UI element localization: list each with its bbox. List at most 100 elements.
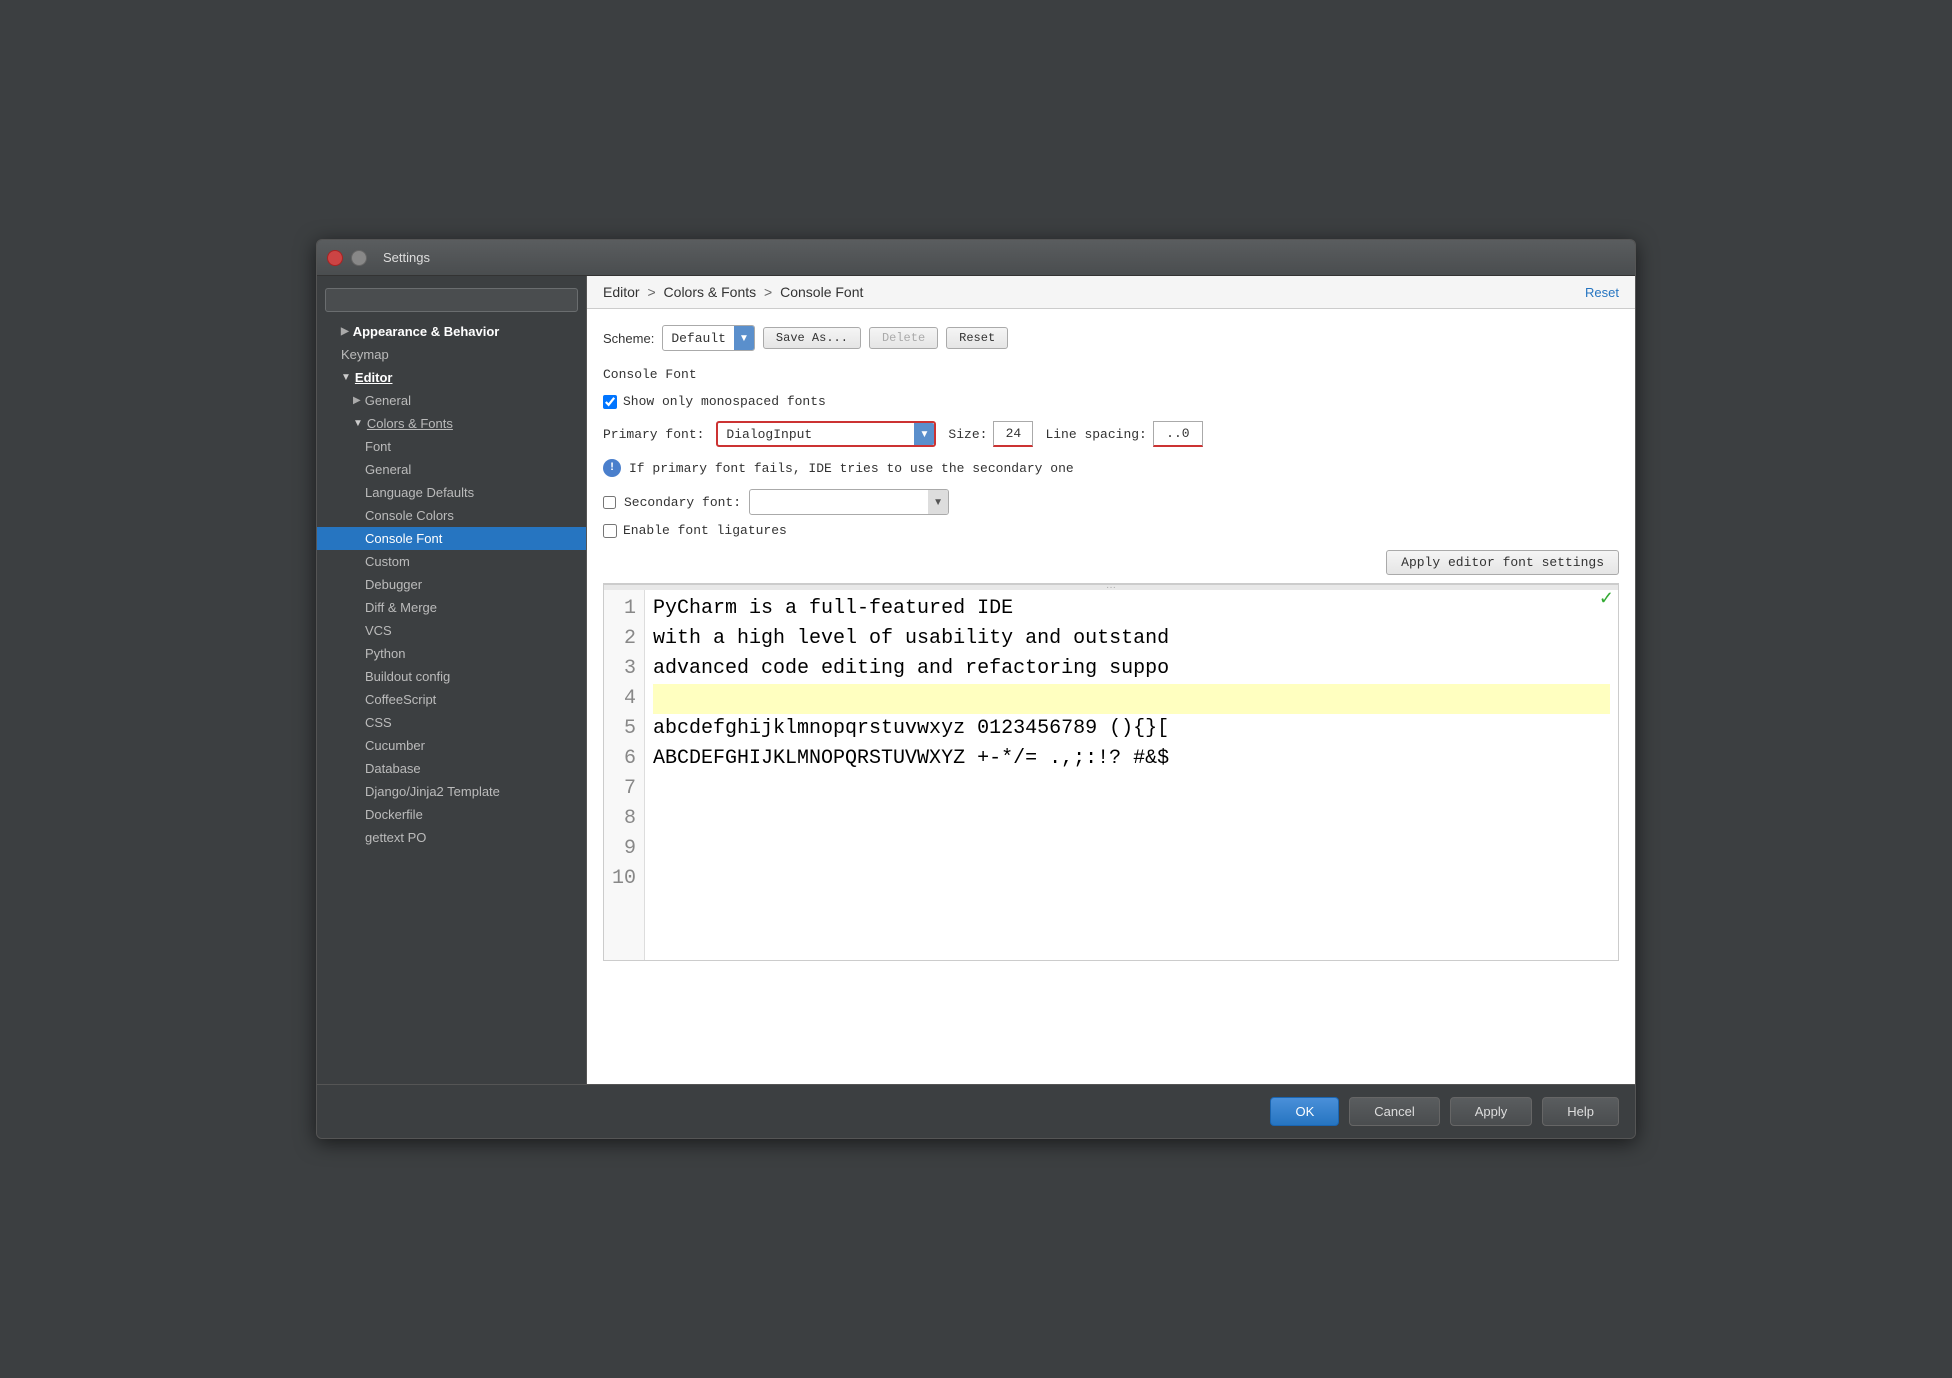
triangle-open-icon: ▼ (353, 418, 363, 429)
line-num-1: 1 (612, 594, 636, 624)
sidebar-item-debugger[interactable]: Debugger (317, 573, 586, 596)
apply-button[interactable]: Apply (1450, 1097, 1533, 1126)
sidebar-item-vcs[interactable]: VCS (317, 619, 586, 642)
sidebar-item-language-defaults[interactable]: Language Defaults (317, 481, 586, 504)
secondary-font-dropdown[interactable]: ▼ (749, 489, 949, 515)
primary-font-dropdown[interactable]: DialogInput ▼ (716, 421, 936, 447)
line-num-3: 3 (612, 654, 636, 684)
sidebar-item-keymap[interactable]: Keymap (317, 343, 586, 366)
sidebar-item-django[interactable]: Django/Jinja2 Template (317, 780, 586, 803)
monospaced-row: Show only monospaced fonts (603, 394, 1619, 409)
linespacing-group: Line spacing: (1045, 421, 1202, 447)
ligatures-checkbox[interactable] (603, 524, 617, 538)
size-input[interactable] (993, 421, 1033, 447)
secondary-font-label[interactable]: Secondary font: (624, 495, 741, 510)
sidebar-item-appearance[interactable]: ▶ Appearance & Behavior (317, 320, 586, 343)
secondary-row: Secondary font: ▼ (603, 489, 1619, 515)
section-title: Console Font (603, 367, 1619, 382)
scheme-dropdown[interactable]: Default ▼ (662, 325, 755, 351)
font-row: Primary font: DialogInput ▼ Size: Line s… (603, 421, 1619, 447)
right-panel: Editor > Colors & Fonts > Console Font R… (587, 276, 1635, 1084)
triangle-open-icon: ▼ (341, 372, 351, 383)
bottom-bar: OK Cancel Apply Help (317, 1084, 1635, 1138)
sidebar-item-cucumber[interactable]: Cucumber (317, 734, 586, 757)
close-button[interactable] (327, 250, 343, 266)
breadcrumb-bar: Editor > Colors & Fonts > Console Font R… (587, 276, 1635, 309)
cancel-button[interactable]: Cancel (1349, 1097, 1439, 1126)
line-num-8: 8 (612, 804, 636, 834)
line-num-5: 5 (612, 714, 636, 744)
code-line-7 (653, 774, 1610, 804)
info-text: If primary font fails, IDE tries to use … (629, 461, 1074, 476)
help-button[interactable]: Help (1542, 1097, 1619, 1126)
window-title: Settings (383, 250, 430, 265)
line-numbers: 1 2 3 4 5 6 7 8 9 10 (604, 590, 645, 960)
ligatures-label[interactable]: Enable font ligatures (623, 523, 787, 538)
size-group: Size: (948, 421, 1033, 447)
triangle-icon: ▶ (341, 326, 349, 337)
secondary-dropdown-arrow[interactable]: ▼ (928, 490, 948, 514)
code-line-10 (653, 864, 1610, 894)
scheme-label: Scheme: (603, 331, 654, 346)
monospaced-label[interactable]: Show only monospaced fonts (623, 394, 826, 409)
check-mark-icon: ✓ (1599, 590, 1614, 609)
ok-button[interactable]: OK (1270, 1097, 1339, 1126)
sidebar-item-colors-fonts[interactable]: ▼ Colors & Fonts (317, 412, 586, 435)
sidebar-item-dockerfile[interactable]: Dockerfile (317, 803, 586, 826)
sidebar-item-general[interactable]: ▶ General (317, 389, 586, 412)
code-line-1: PyCharm is a full-featured IDE (653, 594, 1610, 624)
preview-content: 1 2 3 4 5 6 7 8 9 10 PyCharm is a (604, 590, 1618, 960)
code-line-2: with a high level of usability and outst… (653, 624, 1610, 654)
monospaced-checkbox[interactable] (603, 395, 617, 409)
breadcrumb: Editor > Colors & Fonts > Console Font (603, 284, 863, 300)
scheme-row: Scheme: Default ▼ Save As... Delete Rese… (603, 325, 1619, 351)
sidebar-item-python[interactable]: Python (317, 642, 586, 665)
search-input[interactable] (325, 288, 578, 312)
save-as-button[interactable]: Save As... (763, 327, 861, 349)
apply-editor-font-button[interactable]: Apply editor font settings (1386, 550, 1619, 575)
line-num-9: 9 (612, 834, 636, 864)
size-label: Size: (948, 427, 987, 442)
line-num-6: 6 (612, 744, 636, 774)
sidebar-item-css[interactable]: CSS (317, 711, 586, 734)
sidebar-item-coffeescript[interactable]: CoffeeScript (317, 688, 586, 711)
delete-button[interactable]: Delete (869, 327, 938, 349)
info-icon: ! (603, 459, 621, 477)
code-line-8 (653, 804, 1610, 834)
code-line-3: advanced code editing and refactoring su… (653, 654, 1610, 684)
line-num-4: 4 (612, 684, 636, 714)
settings-window: Settings ▶ Appearance & Behavior Keymap … (316, 239, 1636, 1139)
panel-body: Scheme: Default ▼ Save As... Delete Rese… (587, 309, 1635, 1084)
reset-button[interactable]: Reset (946, 327, 1008, 349)
ligatures-row: Enable font ligatures (603, 523, 1619, 538)
secondary-font-checkbox[interactable] (603, 496, 616, 509)
code-content: PyCharm is a full-featured IDE with a hi… (645, 590, 1618, 960)
sidebar-item-custom[interactable]: Custom (317, 550, 586, 573)
sidebar-item-console-colors[interactable]: Console Colors (317, 504, 586, 527)
sidebar-item-general-sub[interactable]: General (317, 458, 586, 481)
sidebar-item-database[interactable]: Database (317, 757, 586, 780)
primary-font-label: Primary font: (603, 427, 704, 442)
minimize-button[interactable] (351, 250, 367, 266)
code-line-4 (653, 684, 1610, 714)
sidebar-item-font[interactable]: Font (317, 435, 586, 458)
header-reset-link[interactable]: Reset (1585, 285, 1619, 300)
linespacing-label: Line spacing: (1045, 427, 1146, 442)
triangle-icon: ▶ (353, 395, 361, 406)
sidebar-item-gettext[interactable]: gettext PO (317, 826, 586, 849)
linespacing-input[interactable] (1153, 421, 1203, 447)
code-line-6: ABCDEFGHIJKLMNOPQRSTUVWXYZ +-*/= .,;:!? … (653, 744, 1610, 774)
apply-btn-row: Apply editor font settings (603, 550, 1619, 575)
code-line-9 (653, 834, 1610, 864)
line-num-10: 10 (612, 864, 636, 894)
preview-area: ··· 1 2 3 4 5 6 7 8 9 10 (603, 583, 1619, 961)
sidebar-item-buildout[interactable]: Buildout config (317, 665, 586, 688)
code-line-5: abcdefghijklmnopqrstuvwxyz 0123456789 ()… (653, 714, 1610, 744)
sidebar-item-editor[interactable]: ▼ Editor (317, 366, 586, 389)
sidebar-item-diff-merge[interactable]: Diff & Merge (317, 596, 586, 619)
sidebar-item-console-font[interactable]: Console Font (317, 527, 586, 550)
line-num-7: 7 (612, 774, 636, 804)
main-content: ▶ Appearance & Behavior Keymap ▼ Editor … (317, 276, 1635, 1084)
scheme-dropdown-arrow[interactable]: ▼ (734, 326, 754, 350)
primary-font-dropdown-arrow[interactable]: ▼ (914, 423, 934, 445)
